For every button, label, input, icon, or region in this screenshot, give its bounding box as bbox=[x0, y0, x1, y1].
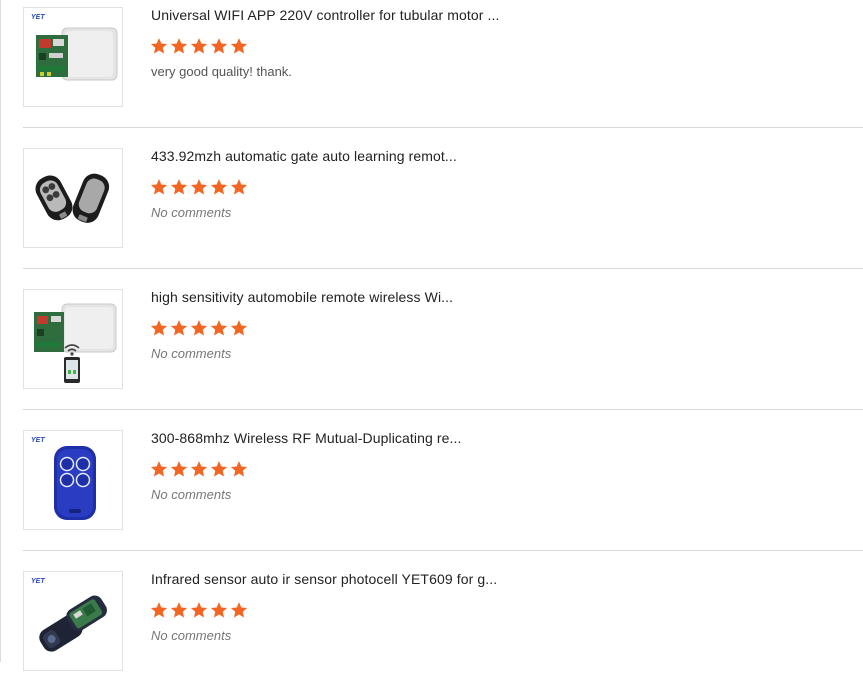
rating-stars bbox=[150, 601, 248, 619]
review-list: YET Universal WIFI APP 220V controller f… bbox=[23, 0, 863, 692]
review-item: high sensitivity automobile remote wirel… bbox=[23, 269, 863, 410]
product-thumbnail[interactable]: YET bbox=[23, 571, 123, 671]
star-icon bbox=[230, 320, 248, 336]
review-item: YET Infrared sensor auto ir sensor photo… bbox=[23, 551, 863, 692]
brand-mark: YET bbox=[31, 578, 45, 585]
star-icon bbox=[170, 320, 188, 336]
star-icon bbox=[170, 461, 188, 477]
star-icon bbox=[230, 602, 248, 618]
star-icon bbox=[150, 38, 168, 54]
star-icon bbox=[190, 461, 208, 477]
star-icon bbox=[150, 602, 168, 618]
product-thumbnail[interactable] bbox=[23, 148, 123, 248]
product-title-link[interactable]: high sensitivity automobile remote wirel… bbox=[151, 289, 453, 305]
product-thumbnail[interactable]: YET bbox=[23, 7, 123, 107]
product-thumbnail[interactable]: YET bbox=[23, 430, 123, 530]
star-icon bbox=[170, 602, 188, 618]
rating-stars bbox=[150, 460, 248, 478]
key-fob-remotes-icon bbox=[24, 149, 122, 247]
star-icon bbox=[230, 461, 248, 477]
star-icon bbox=[190, 179, 208, 195]
star-icon bbox=[230, 179, 248, 195]
star-icon bbox=[190, 38, 208, 54]
brand-mark: YET bbox=[31, 14, 45, 21]
product-title-link[interactable]: Universal WIFI APP 220V controller for t… bbox=[151, 7, 499, 23]
product-title-link[interactable]: Infrared sensor auto ir sensor photocell… bbox=[151, 571, 497, 587]
rating-stars bbox=[150, 319, 248, 337]
review-comment: No comments bbox=[151, 628, 232, 643]
product-title-link[interactable]: 300-868mhz Wireless RF Mutual-Duplicatin… bbox=[151, 430, 461, 446]
review-item: 433.92mzh automatic gate auto learning r… bbox=[23, 128, 863, 269]
review-item: YET Universal WIFI APP 220V controller f… bbox=[23, 0, 863, 128]
left-border bbox=[0, 0, 1, 662]
star-icon bbox=[190, 320, 208, 336]
star-icon bbox=[150, 179, 168, 195]
review-comment: No comments bbox=[151, 205, 232, 220]
brand-mark: YET bbox=[31, 437, 45, 444]
star-icon bbox=[170, 179, 188, 195]
star-icon bbox=[210, 320, 228, 336]
wifi-controller-board-icon: YET bbox=[24, 8, 122, 106]
star-icon bbox=[230, 38, 248, 54]
star-icon bbox=[210, 461, 228, 477]
star-icon bbox=[210, 38, 228, 54]
photocell-sensor-icon: YET bbox=[24, 572, 122, 670]
star-icon bbox=[210, 602, 228, 618]
receiver-and-phone-icon bbox=[24, 290, 122, 388]
star-icon bbox=[150, 320, 168, 336]
blue-remote-icon: YET bbox=[24, 431, 122, 529]
product-thumbnail[interactable] bbox=[23, 289, 123, 389]
review-item: YET 300-868mhz Wireless RF Mutual-Duplic… bbox=[23, 410, 863, 551]
rating-stars bbox=[150, 37, 248, 55]
star-icon bbox=[170, 38, 188, 54]
star-icon bbox=[210, 179, 228, 195]
review-comment: No comments bbox=[151, 346, 232, 361]
review-comment: No comments bbox=[151, 487, 232, 502]
product-title-link[interactable]: 433.92mzh automatic gate auto learning r… bbox=[151, 148, 457, 164]
rating-stars bbox=[150, 178, 248, 196]
star-icon bbox=[190, 602, 208, 618]
star-icon bbox=[150, 461, 168, 477]
review-comment: very good quality! thank. bbox=[151, 64, 292, 79]
